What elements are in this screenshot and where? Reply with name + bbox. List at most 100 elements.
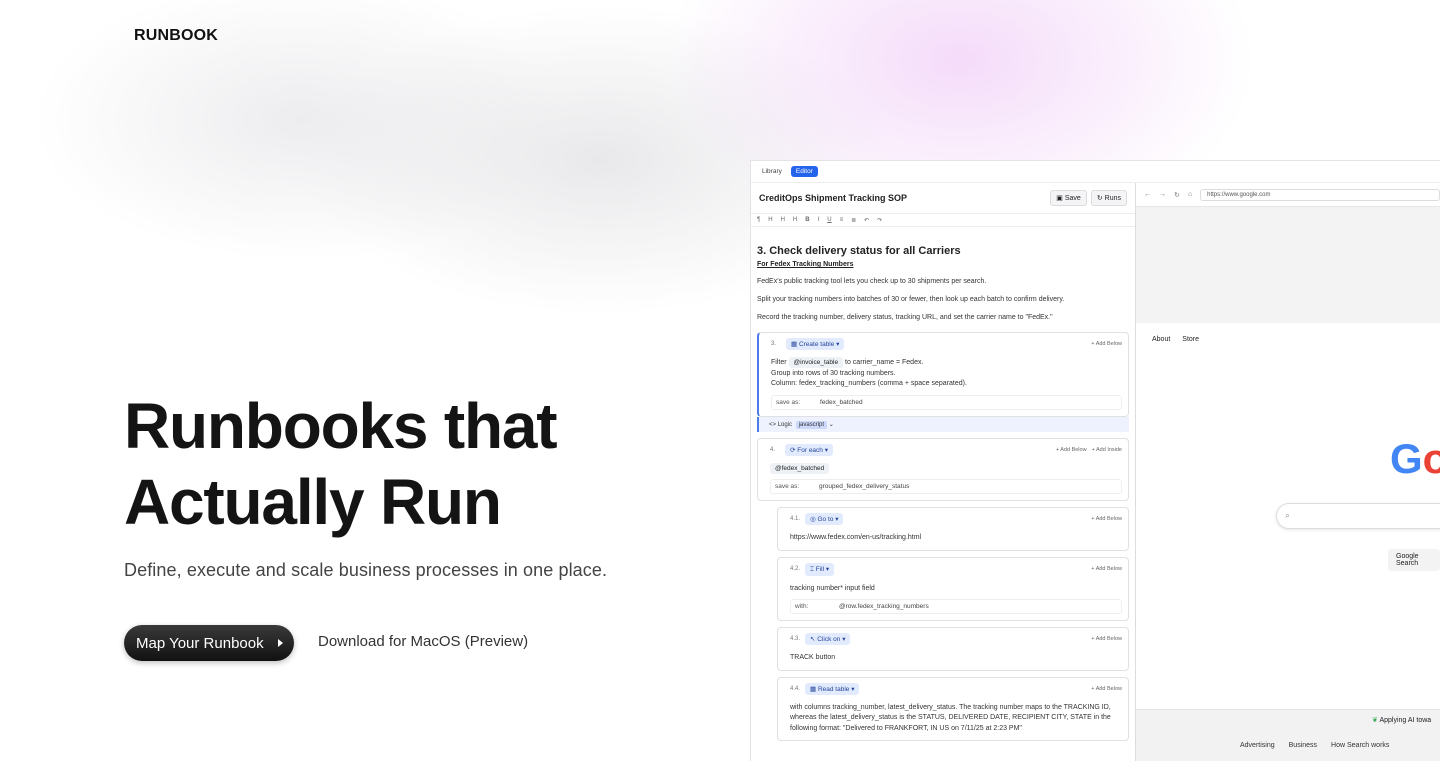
add-inside-button[interactable]: + Add Inside bbox=[1092, 447, 1122, 453]
save-as-field[interactable]: save as: fedex_batched bbox=[771, 394, 1122, 410]
step-body: Filter @invoice_table to carrier_name = … bbox=[771, 357, 1122, 390]
nav-store[interactable]: Store bbox=[1182, 336, 1199, 343]
reload-icon[interactable]: ↻ bbox=[1174, 191, 1180, 199]
tab-library[interactable]: Library bbox=[757, 166, 787, 177]
map-your-runbook-label: Map Your Runbook bbox=[136, 634, 264, 652]
add-below-button[interactable]: + Add Below bbox=[1091, 566, 1122, 572]
action-label: Fill bbox=[815, 565, 825, 573]
step-read-table[interactable]: 4.4. ▦ Read table ▾ + Add Below with col… bbox=[777, 676, 1129, 741]
search-icon: ⌕ bbox=[1285, 510, 1291, 520]
heading1-icon[interactable]: H bbox=[768, 217, 772, 223]
browser-pane: ← → ↻ ⌂ https://www.google.com About Sto… bbox=[1135, 183, 1440, 761]
url-bar[interactable]: https://www.google.com bbox=[1200, 188, 1440, 201]
editor-pane: CreditOps Shipment Tracking SOP ▣ Save ↻… bbox=[751, 183, 1135, 761]
tab-editor[interactable]: Editor bbox=[790, 166, 818, 177]
doc-header: CreditOps Shipment Tracking SOP ▣ Save ↻… bbox=[751, 183, 1135, 213]
section-subheading: For Fedex Tracking Numbers bbox=[757, 261, 854, 268]
history-icon: ↻ bbox=[1096, 195, 1103, 202]
back-icon[interactable]: ← bbox=[1144, 191, 1151, 198]
google-search-button[interactable]: Google Search bbox=[1388, 549, 1440, 571]
save-button[interactable]: ▣ Save bbox=[1050, 190, 1087, 206]
with-value: @row.fedex_tracking_numbers bbox=[839, 603, 929, 610]
home-icon[interactable]: ⌂ bbox=[1188, 191, 1192, 198]
nav-about[interactable]: About bbox=[1152, 336, 1170, 343]
action-chip[interactable]: ▦ Create table ▾ bbox=[786, 338, 845, 350]
google-nav: About Store bbox=[1152, 336, 1199, 343]
google-page: About Store Go ⌕ Google Search ❦ Applyin… bbox=[1136, 323, 1440, 761]
footer-business[interactable]: Business bbox=[1289, 742, 1317, 749]
heading2-icon[interactable]: H bbox=[781, 217, 785, 223]
action-chip[interactable]: ⌶ Fill ▾ bbox=[805, 562, 835, 576]
footer-how-search-works[interactable]: How Search works bbox=[1331, 742, 1389, 749]
step-body: tracking number* input field bbox=[790, 584, 875, 592]
action-label: Click on bbox=[817, 636, 841, 643]
footer-links: Advertising Business How Search works bbox=[1240, 742, 1389, 749]
step-body: https://www.fedex.com/en-us/tracking.htm… bbox=[790, 534, 922, 541]
applying-ai-text: ❦ Applying AI towa bbox=[1372, 716, 1431, 724]
add-below-button[interactable]: + Add Below bbox=[1056, 447, 1087, 453]
add-below-button[interactable]: + Add Below bbox=[1091, 516, 1122, 522]
step-text: Group into rows of 30 tracking numbers. bbox=[771, 369, 896, 377]
action-chip[interactable]: ◎ Go to ▾ bbox=[805, 513, 844, 525]
logo-g: G bbox=[1390, 435, 1423, 482]
hero-title-line1: Runbooks that bbox=[124, 390, 558, 462]
step-fill[interactable]: 4.2. ⌶ Fill ▾ + Add Below tracking numbe… bbox=[777, 556, 1129, 621]
step-body: @fedex_batched bbox=[770, 462, 1122, 475]
variable-chip[interactable]: @invoice_table bbox=[788, 357, 844, 368]
save-as-label: save as: bbox=[776, 398, 801, 406]
hero-title-line2: Actually Run bbox=[124, 466, 502, 538]
italic-icon[interactable]: I bbox=[818, 217, 820, 223]
app-tabs: Library Editor bbox=[751, 161, 1440, 183]
action-chip[interactable]: ▦ Read table ▾ bbox=[805, 682, 860, 695]
runs-label: Runs bbox=[1104, 195, 1121, 202]
doc-content: 3. Check delivery status for all Carrier… bbox=[751, 227, 1135, 751]
action-chip[interactable]: ↖ Click on ▾ bbox=[805, 633, 851, 645]
step-number: 4.4. bbox=[790, 685, 801, 692]
logic-bar[interactable]: <> Logic javascript ⌄ bbox=[757, 416, 1129, 432]
section-title: 3. Check delivery status for all Carrier… bbox=[757, 245, 961, 257]
step-go-to[interactable]: 4.1. ◎ Go to ▾ + Add Below https://www.f… bbox=[777, 507, 1129, 551]
action-label: Create table bbox=[798, 341, 835, 348]
action-chip[interactable]: ⟳ For each ▾ bbox=[785, 443, 833, 456]
step-number: 3. bbox=[771, 341, 777, 347]
logic-label: Logic bbox=[777, 421, 793, 428]
format-toolbar: ¶ H H H B I U ≡ ≣ ↶ ↷ bbox=[751, 213, 1135, 227]
chevron-down-icon[interactable]: ⌄ bbox=[829, 422, 834, 428]
step-click-on[interactable]: 4.3. ↖ Click on ▾ + Add Below TRACK butt… bbox=[777, 627, 1129, 671]
download-macos-link[interactable]: Download for MacOS (Preview) bbox=[318, 633, 528, 650]
action-label: Go to bbox=[817, 516, 834, 523]
google-search-input[interactable]: ⌕ bbox=[1276, 503, 1440, 529]
paragraph-icon[interactable]: ¶ bbox=[757, 217, 760, 223]
add-below-button[interactable]: + Add Below bbox=[1091, 686, 1122, 692]
save-as-value: grouped_fedex_delivery_status bbox=[819, 483, 910, 490]
paragraph: Split your tracking numbers into batches… bbox=[757, 296, 1065, 303]
save-as-label: save as: bbox=[775, 483, 800, 490]
undo-icon[interactable]: ↶ bbox=[864, 217, 869, 224]
step-body: TRACK button bbox=[790, 654, 836, 661]
logic-value: javascript bbox=[795, 420, 828, 429]
map-your-runbook-button[interactable]: Map Your Runbook bbox=[124, 625, 294, 661]
footer-advertising[interactable]: Advertising bbox=[1240, 742, 1275, 749]
step-number: 4.3. bbox=[790, 636, 801, 642]
step-for-each[interactable]: 4. ⟳ For each ▾ + Add Below + Add Inside… bbox=[757, 437, 1129, 501]
hero-title: Runbooks that Actually Run bbox=[124, 388, 684, 540]
redo-icon[interactable]: ↷ bbox=[877, 217, 882, 224]
variable-chip[interactable]: @fedex_batched bbox=[770, 462, 830, 474]
paragraph: Record the tracking number, delivery sta… bbox=[757, 314, 1053, 321]
action-label: For each bbox=[797, 446, 823, 454]
bullet-list-icon[interactable]: ≡ bbox=[840, 217, 844, 223]
runs-button[interactable]: ↻ Runs bbox=[1090, 190, 1127, 206]
bold-icon[interactable]: B bbox=[805, 217, 809, 223]
add-below-button[interactable]: + Add Below bbox=[1091, 341, 1122, 347]
step-text: Column: fedex_tracking_numbers (comma + … bbox=[771, 380, 967, 387]
numbered-list-icon[interactable]: ≣ bbox=[851, 217, 856, 224]
step-number: 4.2. bbox=[790, 566, 801, 572]
forward-icon[interactable]: → bbox=[1159, 191, 1166, 198]
step-create-table[interactable]: 3. ▦ Create table ▾ + Add Below Filter @… bbox=[757, 332, 1129, 417]
heading3-icon[interactable]: H bbox=[793, 217, 797, 223]
with-field[interactable]: with: @row.fedex_tracking_numbers bbox=[790, 599, 1122, 614]
underline-icon[interactable]: U bbox=[827, 217, 831, 223]
brand-logo[interactable]: RUNBOOK bbox=[134, 27, 218, 45]
add-below-button[interactable]: + Add Below bbox=[1091, 636, 1122, 642]
save-as-field[interactable]: save as: grouped_fedex_delivery_status bbox=[770, 479, 1122, 494]
